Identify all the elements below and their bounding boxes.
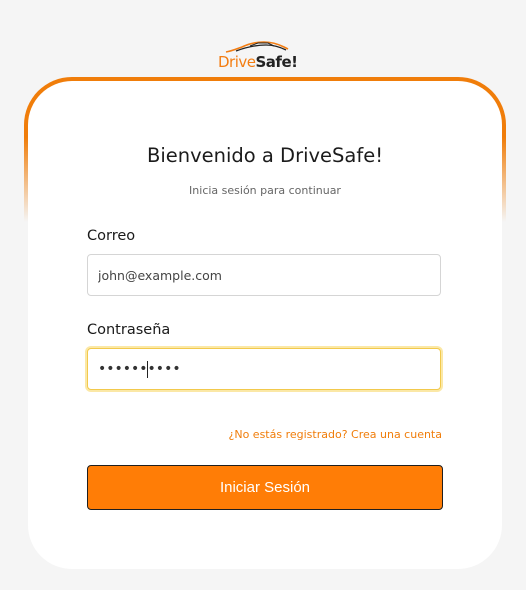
password-field[interactable] bbox=[87, 348, 441, 390]
logo-safe-text: Safe! bbox=[255, 53, 298, 71]
logo-drive-text: Drive bbox=[218, 53, 256, 71]
email-label: Correo bbox=[87, 228, 136, 244]
logo-text: DriveSafe! bbox=[218, 53, 298, 71]
email-field[interactable] bbox=[87, 254, 441, 296]
password-label: Contraseña bbox=[87, 322, 171, 338]
drivesafe-logo: DriveSafe! bbox=[216, 40, 298, 74]
login-button[interactable]: Iniciar Sesión bbox=[87, 465, 443, 510]
page-title: Bienvenido a DriveSafe! bbox=[146, 144, 384, 167]
signup-link[interactable]: ¿No estás registrado? Crea una cuenta bbox=[229, 428, 442, 441]
car-outline-icon bbox=[225, 41, 289, 53]
page-subtitle: Inicia sesión para continuar bbox=[189, 184, 341, 197]
text-caret bbox=[147, 361, 148, 378]
